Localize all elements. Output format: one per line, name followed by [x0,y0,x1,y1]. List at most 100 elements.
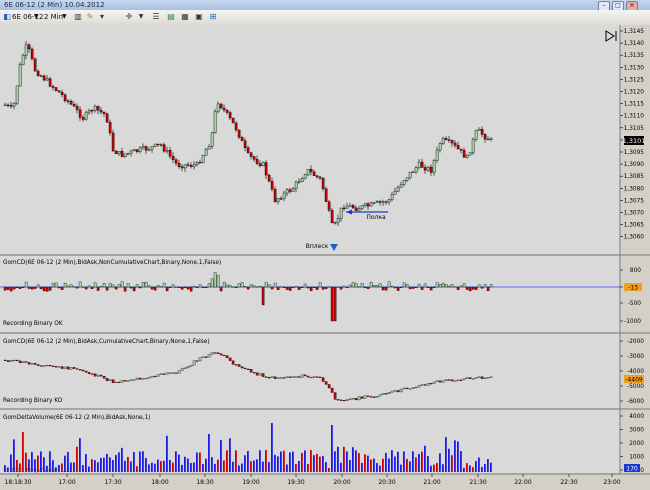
gomcd2-candle [435,380,439,383]
gomcd2-candle [426,383,430,386]
gomcd1-bar [90,286,94,290]
gomcd2-candle [222,354,226,357]
interval-selector[interactable]: 2 Min [44,12,63,22]
volume-bar [34,459,36,472]
crosshair-dropdown-icon[interactable]: ▼ [136,12,146,22]
gomcd2-candle [399,388,403,393]
gomcd1-bar [150,286,154,290]
axis-tick-label: -5000 [627,384,644,390]
gomcd1-bar [48,286,52,291]
more-icon[interactable]: ▾ [97,12,107,22]
volume-bar [202,464,204,472]
price-candle [399,184,403,188]
gomcd1-bar [327,286,331,288]
gomcd1-bar [390,285,394,288]
gomcd1-bar [429,286,433,291]
gomcd2-candle [165,372,169,375]
price-candle [246,147,250,153]
gomcd1-bar [141,282,145,288]
chart-style-icon[interactable]: ▥ [73,12,83,22]
gomcd2-axis: -2000 -3000 -4000 -5000 -6000 [620,339,644,405]
interval-dropdown-icon[interactable]: ▼ [62,12,67,22]
gomcd1-bar [336,286,340,288]
volume-bar [355,450,357,472]
gomcd2-candle [213,352,217,354]
gomcd2-candle [30,363,34,365]
gomcd1-bar [87,285,91,288]
price-candle [258,163,262,167]
gomcd2-candle [39,365,43,367]
gomcd2-candle [261,373,265,377]
data-box-icon[interactable]: ▣ [194,12,204,22]
price-candle [192,164,196,167]
volume-bar [469,465,471,472]
volume-bar [460,451,462,472]
time-tick-label: 21:00 [423,479,440,486]
gomcd1-bar [126,283,130,288]
price-candle [315,175,319,178]
price-candle [249,152,253,157]
gomcd1-bar [228,285,232,288]
gomcd2-candle [228,357,232,361]
chart-canvas[interactable]: 1,3145 1,3140 1,3135 1,3130 1,3125 1,3120 1,31… [0,25,650,488]
gomcd1-bar [249,284,253,288]
time-tick-label: 18:30 [196,479,213,486]
gomcd1-bar [207,283,211,288]
gomcd2-candle [117,381,121,383]
zoom-icon[interactable]: ⊞ [208,12,218,22]
gomcd1-bar [135,284,139,288]
gomcd2-candle [36,364,40,366]
gomcd1-bar [372,285,376,288]
volume-bar [280,451,282,472]
volume-bar [445,437,447,472]
gomcd1-bar [6,286,10,290]
gomcd1-bar [321,286,325,290]
volume-bar [268,462,270,472]
volume-bar [250,461,252,472]
price-candle [435,149,439,161]
gomcd1-bar [276,286,280,291]
gomcd1-bar [477,284,481,288]
gomcd2-candle [93,373,97,377]
strategies-icon[interactable]: ▦ [180,12,190,22]
gomcd1-bar [240,282,244,288]
indicators-icon[interactable]: ▤ [166,12,176,22]
gomcd1-bar [129,286,133,289]
volume-bar [136,466,138,472]
instrument-dropdown-icon[interactable]: ▼ [34,12,39,22]
price-candle [18,64,22,87]
gomcd1-bar [147,285,151,288]
properties-icon[interactable]: ☰ [151,12,161,22]
gomcd1-bar [480,286,484,289]
gomcd2-candle [330,387,334,393]
volume-bar [367,455,369,472]
volume-bar [274,454,276,472]
price-candle [255,159,259,164]
crosshair-icon[interactable]: ✛ [124,12,134,22]
price-candle [48,78,52,87]
gomcd2-candle [270,376,274,378]
volume-bar [199,452,201,472]
gomcd2-candle [432,381,436,384]
price-candle [150,146,154,150]
gomcd2-candle [300,374,304,378]
price-candle [429,166,433,173]
gomcd1-bar [405,284,409,288]
gomcd1-bar [273,282,277,288]
price-candle [3,104,7,106]
price-candle [351,205,355,209]
gomcd1-bar [330,286,334,322]
draw-tools-icon[interactable]: ✎ [85,12,95,22]
gomcd2-candle [420,384,424,386]
gomcd1-bar [144,281,148,288]
gomcd1-bar [378,283,382,288]
axis-tick-label: 1,3070 [624,211,645,217]
gomcd1-bar [108,283,112,288]
gomcd2-candle [63,366,67,369]
price-candle [96,105,100,111]
gomcd2-candle [411,387,415,389]
volume-bar [19,463,21,472]
volume-bar [361,462,363,472]
gomcd1-bar [489,284,493,288]
volume-bar [304,450,306,472]
